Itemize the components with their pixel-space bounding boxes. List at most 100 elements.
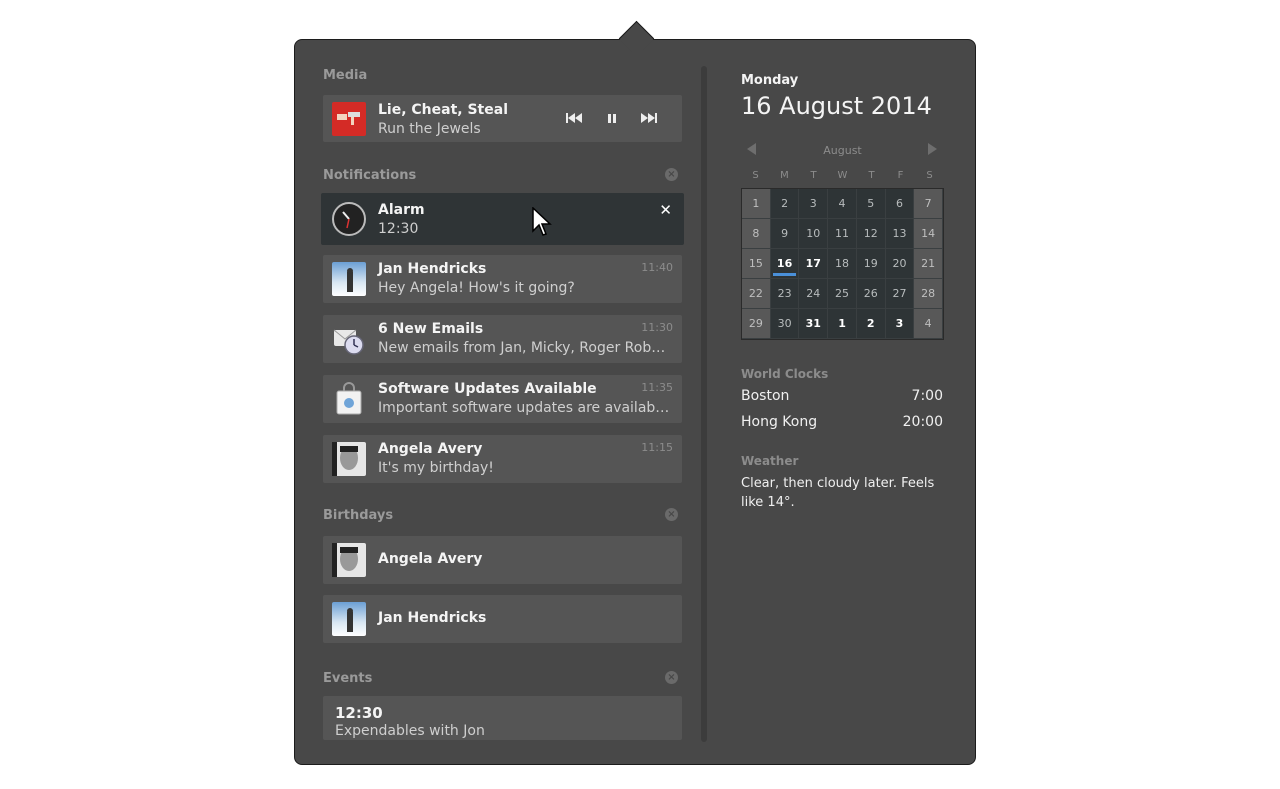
- calendar-day[interactable]: 28: [914, 279, 944, 309]
- event-time: 12:30: [335, 704, 383, 722]
- notification-title: Software Updates Available: [378, 381, 597, 397]
- calendar-day[interactable]: 2: [770, 189, 800, 219]
- world-clocks-header: World Clocks: [741, 367, 829, 381]
- birthdays-section-header: Birthdays: [323, 508, 394, 523]
- calendar-day[interactable]: 21: [914, 249, 944, 279]
- calendar-week: 29 30 31 1 2 3 4: [742, 309, 944, 339]
- clear-notifications-icon[interactable]: ×: [665, 168, 678, 181]
- calendar-day[interactable]: 7: [914, 189, 944, 219]
- calendar-day[interactable]: 2: [856, 309, 886, 339]
- album-art: [332, 102, 366, 136]
- media-track-title: Lie, Cheat, Steal: [378, 102, 508, 118]
- notification-time: 11:40: [641, 261, 673, 274]
- pause-icon[interactable]: [606, 110, 618, 126]
- weather-text: Clear, then cloudy later. Feels like 14°…: [741, 476, 935, 510]
- calendar-week: 15 16 17 18 19 20 21: [742, 249, 944, 279]
- media-player-card[interactable]: Lie, Cheat, Steal Run the Jewels: [323, 95, 682, 142]
- calendar-day-today[interactable]: 16: [770, 249, 800, 279]
- calendar-day[interactable]: 6: [885, 189, 915, 219]
- notification-body: New emails from Jan, Micky, Roger Robert…: [378, 340, 670, 356]
- notification-time: 11:30: [641, 321, 673, 334]
- clear-events-icon[interactable]: ×: [665, 671, 678, 684]
- birthday-name: Jan Hendricks: [378, 610, 487, 626]
- calendar-day[interactable]: 19: [856, 249, 886, 279]
- calendar-day[interactable]: 9: [770, 219, 800, 249]
- calendar-day[interactable]: 3: [799, 189, 829, 219]
- day-of-week: T: [810, 170, 817, 181]
- calendar-day[interactable]: 25: [828, 279, 857, 309]
- calendar-grid: 1 2 3 4 5 6 7 8 9 10 11 12 13 14 15 16 1…: [741, 188, 944, 340]
- calendar-day[interactable]: 5: [856, 189, 886, 219]
- next-month-icon[interactable]: [928, 143, 937, 155]
- clock-city: Boston: [741, 388, 790, 404]
- prev-icon[interactable]: [565, 110, 583, 126]
- weekday-label: Monday: [741, 73, 799, 88]
- calendar-day[interactable]: 11: [828, 219, 857, 249]
- avatar: [332, 262, 366, 296]
- calendar-day[interactable]: 3: [885, 309, 915, 339]
- close-icon[interactable]: ✕: [659, 201, 672, 219]
- alarm-clock-icon: [332, 202, 366, 236]
- notification-angela[interactable]: Angela Avery It's my birthday! 11:15: [323, 435, 682, 483]
- mail-icon: [332, 322, 366, 356]
- day-of-week: S: [926, 170, 933, 181]
- calendar-day[interactable]: 10: [799, 219, 829, 249]
- calendar-day[interactable]: 29: [742, 309, 771, 339]
- notification-body: It's my birthday!: [378, 460, 494, 476]
- notification-software-updates[interactable]: Software Updates Available Important sof…: [323, 375, 682, 423]
- day-of-week: F: [897, 170, 904, 181]
- calendar-day[interactable]: 22: [742, 279, 771, 309]
- day-of-week: S: [752, 170, 759, 181]
- events-section-header: Events: [323, 671, 373, 686]
- calendar-day[interactable]: 1: [742, 189, 771, 219]
- calendar-day[interactable]: 4: [914, 309, 944, 339]
- calendar-day[interactable]: 15: [742, 249, 771, 279]
- clear-birthdays-icon[interactable]: ×: [665, 508, 678, 521]
- notification-body: 12:30: [378, 221, 419, 237]
- calendar-day[interactable]: 1: [828, 309, 857, 339]
- calendar-day[interactable]: 26: [856, 279, 886, 309]
- notification-alarm[interactable]: Alarm 12:30 ✕: [321, 193, 684, 245]
- notification-title: Angela Avery: [378, 441, 483, 457]
- notifications-section-header: Notifications: [323, 168, 417, 183]
- software-bag-icon: [332, 382, 366, 416]
- birthday-angela[interactable]: Angela Avery: [323, 536, 682, 584]
- event-card[interactable]: 12:30 Expendables with Jon: [323, 696, 682, 740]
- calendar-week: 8 9 10 11 12 13 14: [742, 219, 944, 249]
- notification-body: Important software updates are available…: [378, 400, 670, 416]
- notification-title: 6 New Emails: [378, 321, 484, 337]
- day-of-week: W: [837, 170, 848, 181]
- day-of-week: T: [868, 170, 875, 181]
- calendar-day[interactable]: 20: [885, 249, 915, 279]
- calendar-day[interactable]: 18: [828, 249, 857, 279]
- calendar-day[interactable]: 4: [828, 189, 857, 219]
- notification-title: Alarm: [378, 202, 425, 218]
- calendar-day[interactable]: 17: [799, 249, 829, 279]
- media-section-header: Media: [323, 68, 368, 83]
- calendar-day[interactable]: 30: [770, 309, 800, 339]
- avatar: [332, 602, 366, 636]
- calendar-day[interactable]: 24: [799, 279, 829, 309]
- calendar-day[interactable]: 27: [885, 279, 915, 309]
- month-label: August: [823, 144, 862, 157]
- calendar-day[interactable]: 13: [885, 219, 915, 249]
- birthday-jan[interactable]: Jan Hendricks: [323, 595, 682, 643]
- notification-body: Hey Angela! How's it going?: [378, 280, 575, 296]
- notification-jan[interactable]: Jan Hendricks Hey Angela! How's it going…: [323, 255, 682, 303]
- calendar-week: 1 2 3 4 5 6 7: [742, 189, 944, 219]
- calendar-day[interactable]: 31: [799, 309, 829, 339]
- mouse-cursor-icon: [532, 206, 552, 237]
- calendar-day[interactable]: 8: [742, 219, 771, 249]
- media-artist: Run the Jewels: [378, 121, 481, 137]
- calendar-day[interactable]: 23: [770, 279, 800, 309]
- clock-city: Hong Kong: [741, 414, 818, 430]
- next-icon[interactable]: [640, 110, 658, 126]
- notification-emails[interactable]: 6 New Emails New emails from Jan, Micky,…: [323, 315, 682, 363]
- date-label[interactable]: 16 August 2014: [741, 92, 932, 120]
- notification-time: 11:35: [641, 381, 673, 394]
- calendar-day[interactable]: 12: [856, 219, 886, 249]
- scrollbar[interactable]: [701, 66, 707, 742]
- notification-title: Jan Hendricks: [378, 261, 487, 277]
- calendar-day[interactable]: 14: [914, 219, 944, 249]
- birthday-name: Angela Avery: [378, 551, 483, 567]
